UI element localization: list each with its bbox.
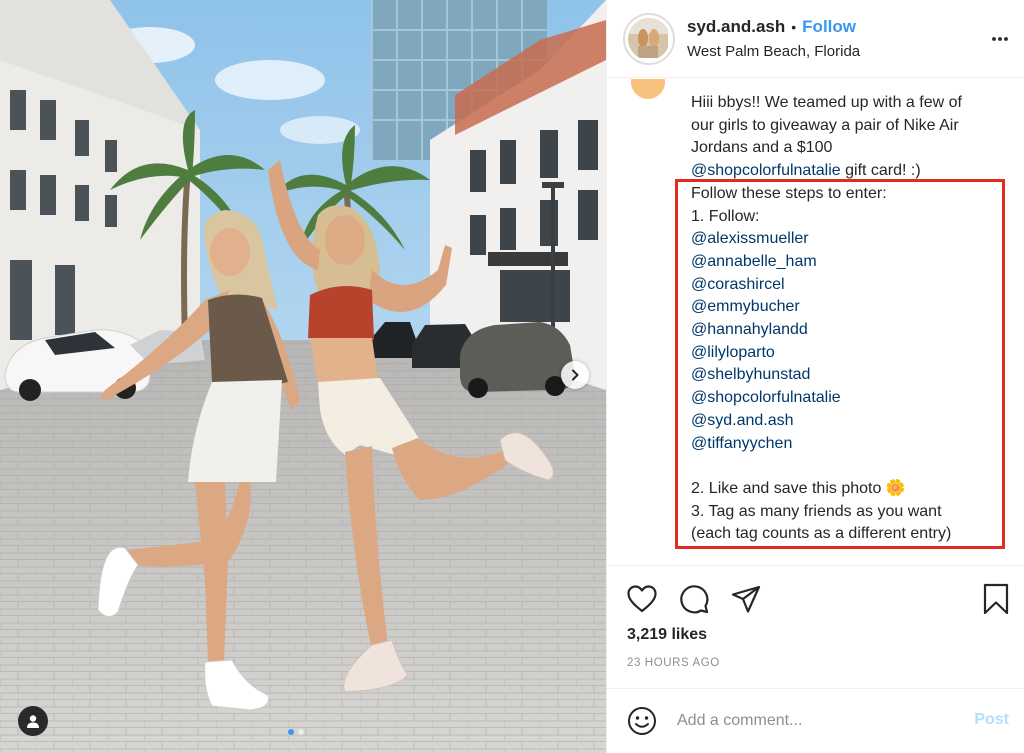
chevron-right-icon <box>572 369 579 381</box>
carousel-dot-active <box>288 729 294 735</box>
bookmark-icon <box>983 583 1009 615</box>
more-options-button[interactable] <box>991 30 1009 53</box>
separator-bullet: • <box>791 19 797 35</box>
comment-bar: Post <box>607 688 1024 753</box>
save-button[interactable] <box>979 582 1013 616</box>
user-icon <box>27 715 39 728</box>
action-bar: 3,219 likes 23 HOURS AGO <box>607 565 1024 669</box>
caption-line: 2. Like and save this photo 🌼 <box>691 479 906 497</box>
follow-button[interactable]: Follow <box>802 17 856 37</box>
post-timestamp[interactable]: 23 HOURS AGO <box>627 657 720 669</box>
location-link[interactable]: West Palm Beach, Florida <box>687 43 860 60</box>
emoji-button[interactable] <box>625 704 659 738</box>
caption-avatar[interactable] <box>631 79 665 99</box>
heart-icon <box>627 585 657 613</box>
comment-input[interactable] <box>677 712 947 730</box>
caption-section: Hiii bbys!! We teamed up with a few of o… <box>607 79 1024 565</box>
like-button[interactable] <box>625 582 659 616</box>
mention-link[interactable]: @lilyloparto <box>691 342 1011 365</box>
smiley-icon <box>628 707 656 735</box>
mention-link[interactable]: @shopcolorfulnatalie <box>691 162 841 179</box>
share-button[interactable] <box>729 582 763 616</box>
paper-plane-icon <box>731 585 761 613</box>
post-comment-button[interactable]: Post <box>974 711 1009 729</box>
likes-count[interactable]: 3,219 likes <box>627 626 707 644</box>
comment-bubble-icon <box>680 585 709 614</box>
carousel-next-button[interactable] <box>561 361 589 389</box>
tagged-users-button[interactable] <box>18 706 48 736</box>
mention-link[interactable]: @syd.and.ash <box>691 410 1011 433</box>
caption-line: 3. Tag as many friends as you want <box>691 502 942 520</box>
post-header: syd.and.ash • Follow West Palm Beach, Fl… <box>607 0 1024 78</box>
caption-text: Hiii bbys!! We teamed up with a few of o… <box>691 92 1011 546</box>
username-link[interactable]: syd.and.ash <box>687 17 785 37</box>
comment-button[interactable] <box>677 582 711 616</box>
caption-line-with-mention: @shopcolorfulnatalie gift card! :) <box>691 162 921 180</box>
avatar[interactable] <box>623 12 675 65</box>
post-panel: syd.and.ash • Follow West Palm Beach, Fl… <box>606 0 1024 753</box>
caption-line: (each tag counts as a different entry) <box>691 525 952 543</box>
mention-link[interactable]: @shelbyhunstad <box>691 364 1011 387</box>
avatar-image <box>628 17 670 60</box>
caption-line: 1. Follow: <box>691 207 760 225</box>
carousel-dot <box>298 729 304 735</box>
caption-line: Jordans and a $100 <box>691 139 833 157</box>
mention-link[interactable]: @annabelle_ham <box>691 251 1011 274</box>
photo-image <box>0 0 606 753</box>
post-photo[interactable] <box>0 0 606 753</box>
mention-link[interactable]: @alexissmueller <box>691 228 1011 251</box>
mention-link[interactable]: @tiffanyychen <box>691 433 1011 456</box>
carousel-indicator <box>288 729 304 735</box>
mention-link[interactable]: @emmybucher <box>691 296 1011 319</box>
caption-line: Hiii bbys!! We teamed up with a few of <box>691 94 962 111</box>
more-options-icon <box>992 37 1008 41</box>
caption-line: Follow these steps to enter: <box>691 184 887 202</box>
caption-line: our girls to giveaway a pair of Nike Air <box>691 116 959 134</box>
mention-link[interactable]: @shopcolorfulnatalie <box>691 387 1011 410</box>
mention-link[interactable]: @hannahylandd <box>691 319 1011 342</box>
mention-link[interactable]: @corashircel <box>691 274 1011 297</box>
